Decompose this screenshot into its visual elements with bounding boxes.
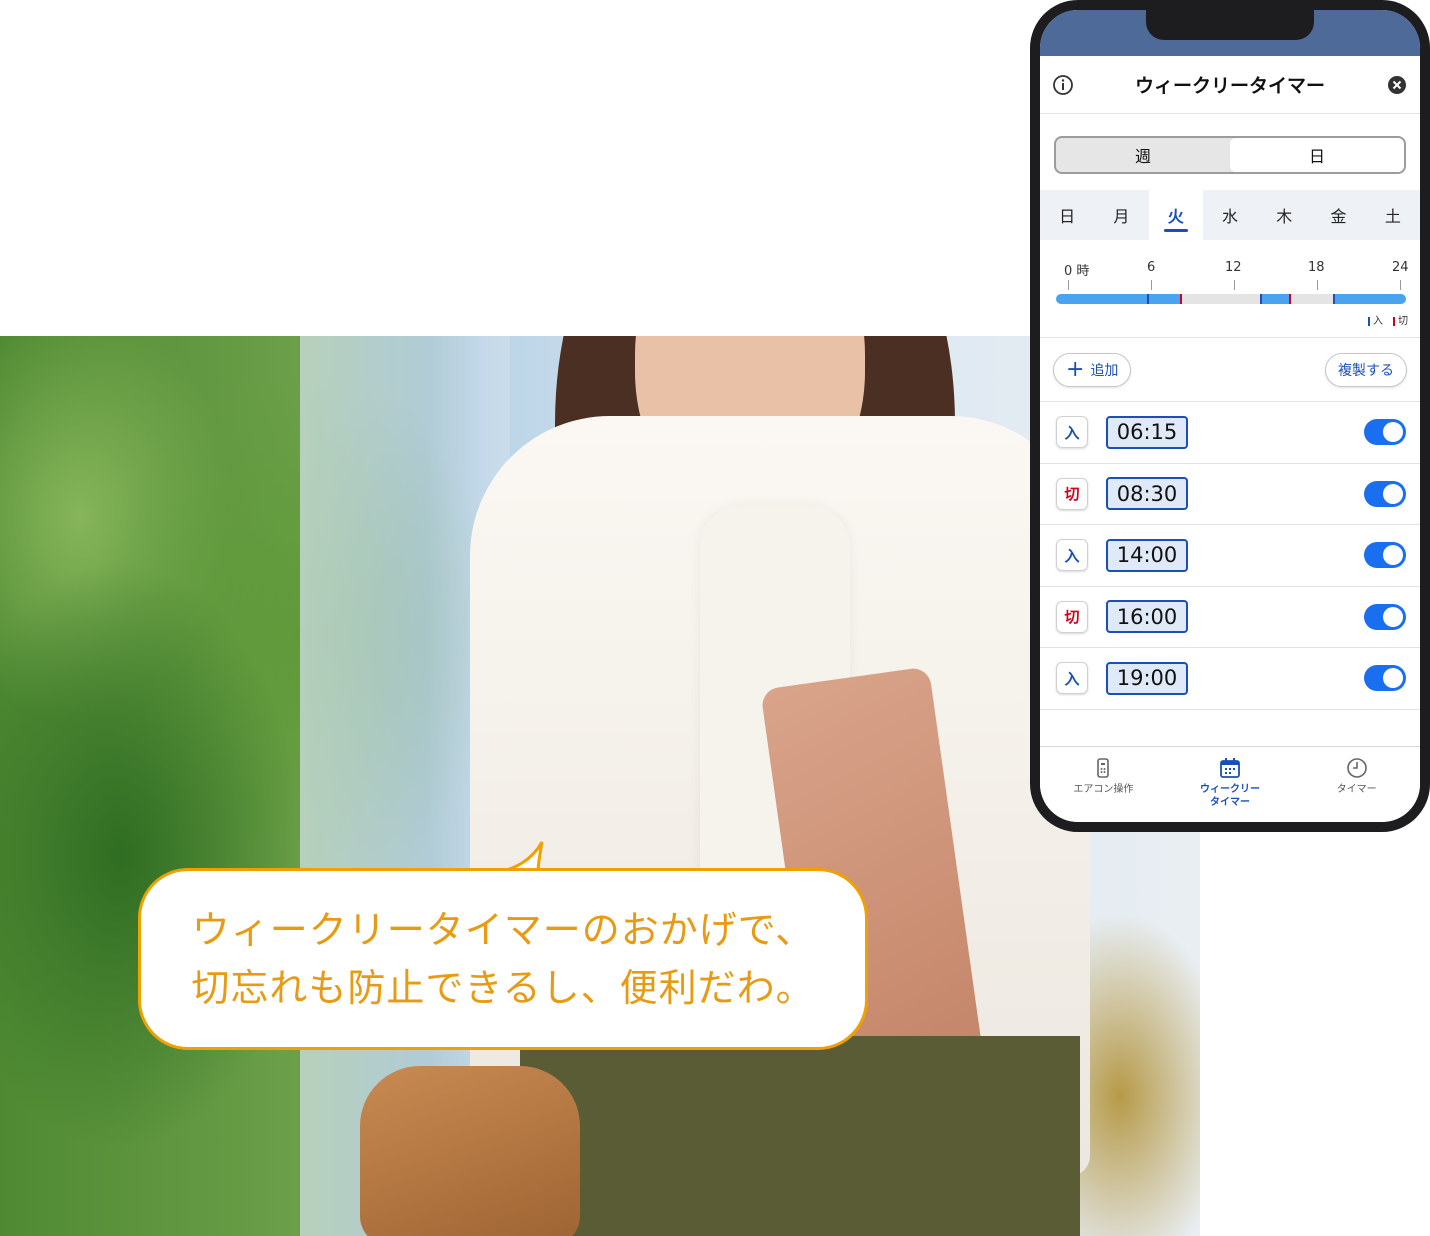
view-switch-wrapper: 週 日 — [1040, 114, 1420, 190]
time-field[interactable]: 16:00 — [1106, 600, 1188, 634]
calendar-icon — [1220, 758, 1240, 778]
tab-aircon-control[interactable]: エアコン操作 — [1040, 747, 1167, 822]
schedule-toggle[interactable] — [1364, 480, 1406, 507]
tab-thursday[interactable]: 木 — [1257, 190, 1311, 240]
schedule-toggle[interactable] — [1364, 419, 1406, 446]
timeline-off-marker — [1179, 294, 1182, 304]
time-field[interactable]: 08:30 — [1106, 477, 1188, 511]
page-title: ウィークリータイマー — [1134, 75, 1325, 97]
tick-label-18: 18 — [1308, 260, 1325, 275]
tick-label-6: 6 — [1147, 260, 1156, 275]
on-badge[interactable]: 入 — [1056, 539, 1088, 572]
tab-aircon-label: エアコン操作 — [1073, 784, 1134, 795]
on-badge[interactable]: 入 — [1056, 662, 1088, 695]
woman-skirt — [520, 1036, 1080, 1236]
tab-sunday[interactable]: 日 — [1040, 190, 1094, 240]
timeline-on-segment — [1147, 294, 1180, 304]
tick-label-24: 24 — [1392, 260, 1409, 275]
legend-on: 入 — [1368, 312, 1383, 327]
phone-frame: ウィークリータイマー 週 日 日 月 火 水 木 金 土 0 時 6 12 18… — [1030, 0, 1430, 832]
time-field[interactable]: 06:15 — [1106, 415, 1188, 449]
off-badge[interactable]: 切 — [1056, 477, 1088, 510]
app-header: ウィークリータイマー — [1040, 56, 1420, 114]
schedule-toggle[interactable] — [1364, 542, 1406, 569]
plus-icon: + — [1066, 356, 1085, 382]
remote-icon — [1097, 758, 1110, 778]
timeline-on-marker — [1333, 294, 1336, 304]
tab-friday[interactable]: 金 — [1311, 190, 1365, 240]
schedule-row: 入 06:15 — [1040, 402, 1420, 464]
schedule-row: 入 19:00 — [1040, 648, 1420, 710]
schedule-row: 入 14:00 — [1040, 525, 1420, 587]
tab-saturday[interactable]: 土 — [1366, 190, 1420, 240]
tick-label-0: 0 時 — [1064, 264, 1090, 279]
time-field[interactable]: 14:00 — [1106, 538, 1188, 572]
tab-timer[interactable]: タイマー — [1293, 747, 1420, 822]
phone-notch — [1146, 10, 1314, 40]
schedule-toggle[interactable] — [1364, 603, 1406, 630]
hero-photo — [0, 336, 1200, 1236]
add-button[interactable]: + 追加 — [1053, 352, 1132, 387]
clock-icon — [1346, 758, 1367, 778]
day-tabs: 日 月 火 水 木 金 土 — [1040, 190, 1420, 240]
timeline-on-segment — [1260, 294, 1290, 304]
timeline-on-segment — [1333, 294, 1406, 304]
handbag — [360, 1066, 580, 1236]
legend-off: 切 — [1393, 312, 1408, 327]
tab-tuesday[interactable]: 火 — [1148, 190, 1203, 240]
tab-wednesday[interactable]: 水 — [1203, 190, 1257, 240]
action-bar: + 追加 複製する — [1040, 338, 1420, 402]
tick-mark — [1400, 280, 1401, 290]
bubble-line-2: 切忘れも防止できるし、便利だわ。 — [191, 966, 815, 1010]
tab-monday[interactable]: 月 — [1094, 190, 1148, 240]
bubble-line-1: ウィークリータイマーのおかげで、 — [191, 908, 815, 952]
tab-weekly-timer[interactable]: ウィークリー タイマー — [1167, 747, 1294, 822]
segment-week[interactable]: 週 — [1056, 138, 1230, 172]
schedule-list: 入 06:15 切 08:30 入 14:00 切 16:00 入 19:00 — [1040, 402, 1420, 710]
timeline-on-segment — [1056, 294, 1148, 304]
bottom-tab-bar: エアコン操作 ウィークリー タイマー タイマー — [1040, 746, 1420, 822]
tick-mark — [1151, 280, 1152, 290]
app-screen: ウィークリータイマー 週 日 日 月 火 水 木 金 土 0 時 6 12 18… — [1040, 10, 1420, 822]
info-icon[interactable] — [1052, 74, 1074, 96]
copy-button[interactable]: 複製する — [1325, 352, 1407, 387]
add-button-label: 追加 — [1090, 362, 1119, 379]
speech-bubble: ウィークリータイマーのおかげで、 切忘れも防止できるし、便利だわ。 — [138, 868, 868, 1050]
tab-weekly-timer-label: ウィークリー タイマー — [1200, 784, 1260, 808]
tab-timer-label: タイマー — [1336, 784, 1377, 795]
tick-mark — [1068, 280, 1069, 290]
off-badge[interactable]: 切 — [1056, 600, 1088, 633]
timeline-bar — [1056, 294, 1406, 304]
timeline-on-marker — [1260, 294, 1263, 304]
close-icon[interactable] — [1386, 74, 1408, 96]
on-badge[interactable]: 入 — [1056, 416, 1088, 449]
timeline-legend: 入 切 — [1368, 312, 1408, 327]
day-timeline: 0 時 6 12 18 24 入 切 — [1040, 240, 1420, 338]
time-field[interactable]: 19:00 — [1106, 661, 1188, 695]
schedule-row: 切 08:30 — [1040, 464, 1420, 525]
tick-mark — [1234, 280, 1235, 290]
schedule-row: 切 16:00 — [1040, 587, 1420, 648]
timeline-on-marker — [1147, 294, 1150, 304]
tick-label-12: 12 — [1225, 260, 1242, 275]
tick-mark — [1317, 280, 1318, 290]
view-segmented-control: 週 日 — [1054, 136, 1406, 174]
segment-day[interactable]: 日 — [1230, 138, 1404, 172]
timeline-off-marker — [1289, 294, 1292, 304]
schedule-toggle[interactable] — [1364, 665, 1406, 692]
